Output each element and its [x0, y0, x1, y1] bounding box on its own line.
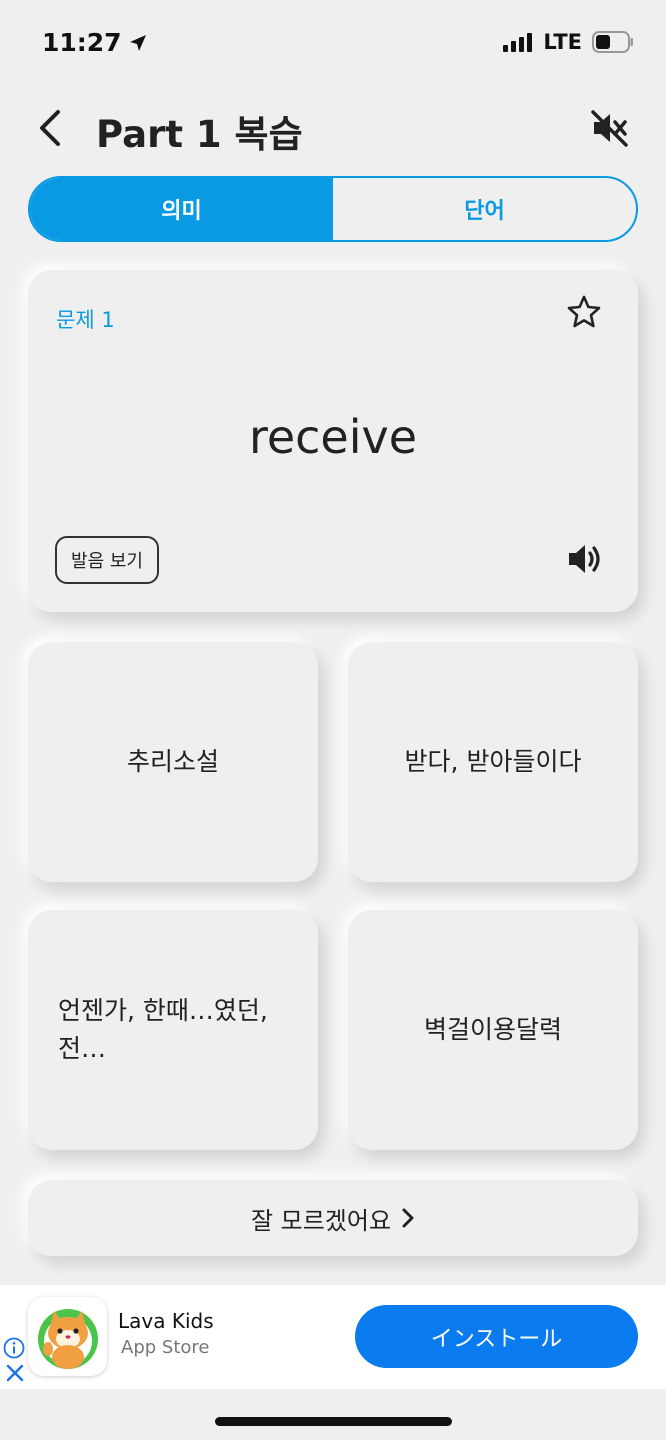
ad-app-name[interactable]: Lava Kids	[118, 1309, 214, 1333]
info-icon	[3, 1337, 25, 1359]
page-title: Part 1 복습	[96, 113, 303, 156]
signal-bars-icon	[503, 33, 533, 52]
answer-option-2[interactable]: 받다, 받아들이다	[348, 642, 638, 882]
close-icon	[6, 1364, 24, 1382]
answer-option-text: 벽걸이용달력	[423, 1015, 562, 1044]
answer-option-text: 언젠가, 한때…였던, 전…	[58, 996, 268, 1063]
install-button[interactable]: インストール	[355, 1305, 638, 1368]
cat-mascot-icon	[38, 1309, 98, 1369]
ad-close-button[interactable]	[5, 1363, 25, 1383]
ad-info-button[interactable]	[3, 1337, 25, 1359]
mode-segmented-control: 의미 단어	[28, 176, 638, 242]
speaker-icon	[569, 545, 600, 573]
screen: 11:27 LTE Part 1 복습 의미 단어 문제 1 receive 발…	[0, 0, 666, 1440]
ad-app-icon[interactable]	[28, 1297, 107, 1376]
answer-option-4[interactable]: 벽걸이용달력	[348, 910, 638, 1150]
chevron-right-icon	[402, 1208, 414, 1228]
status-bar: 11:27 LTE	[0, 0, 666, 86]
tab-word[interactable]: 단어	[333, 178, 636, 240]
status-time-group: 11:27	[42, 28, 148, 57]
status-indicators: LTE	[503, 30, 634, 54]
answer-option-text: 추리소설	[126, 747, 219, 776]
dont-know-button[interactable]: 잘 모르겠어요	[28, 1180, 638, 1256]
question-word: receive	[248, 410, 418, 464]
chevron-left-icon	[40, 110, 60, 146]
speaker-muted-icon	[591, 110, 628, 147]
answer-option-1[interactable]: 추리소설	[28, 642, 318, 882]
ad-banner: Lava Kids App Store インストール	[0, 1285, 666, 1389]
question-number: 문제 1	[56, 308, 115, 332]
bookmark-button[interactable]	[566, 294, 602, 330]
mute-button[interactable]	[590, 108, 630, 148]
back-button[interactable]	[30, 106, 70, 150]
location-arrow-icon	[129, 34, 146, 51]
show-pronunciation-button[interactable]: 발음 보기	[55, 536, 159, 584]
answer-option-3[interactable]: 언젠가, 한때…였던, 전…	[28, 910, 318, 1150]
answer-option-text: 받다, 받아들이다	[404, 747, 582, 776]
network-type: LTE	[543, 30, 582, 54]
star-icon	[567, 295, 601, 328]
home-indicator[interactable]	[215, 1417, 452, 1426]
ad-store-label: App Store	[121, 1337, 210, 1358]
play-audio-button[interactable]	[566, 540, 604, 578]
battery-icon	[592, 31, 633, 53]
status-time: 11:27	[42, 28, 122, 57]
tab-meaning[interactable]: 의미	[30, 178, 333, 240]
dont-know-label: 잘 모르겠어요	[250, 1206, 392, 1235]
question-card: 문제 1 receive 발음 보기	[28, 270, 638, 612]
